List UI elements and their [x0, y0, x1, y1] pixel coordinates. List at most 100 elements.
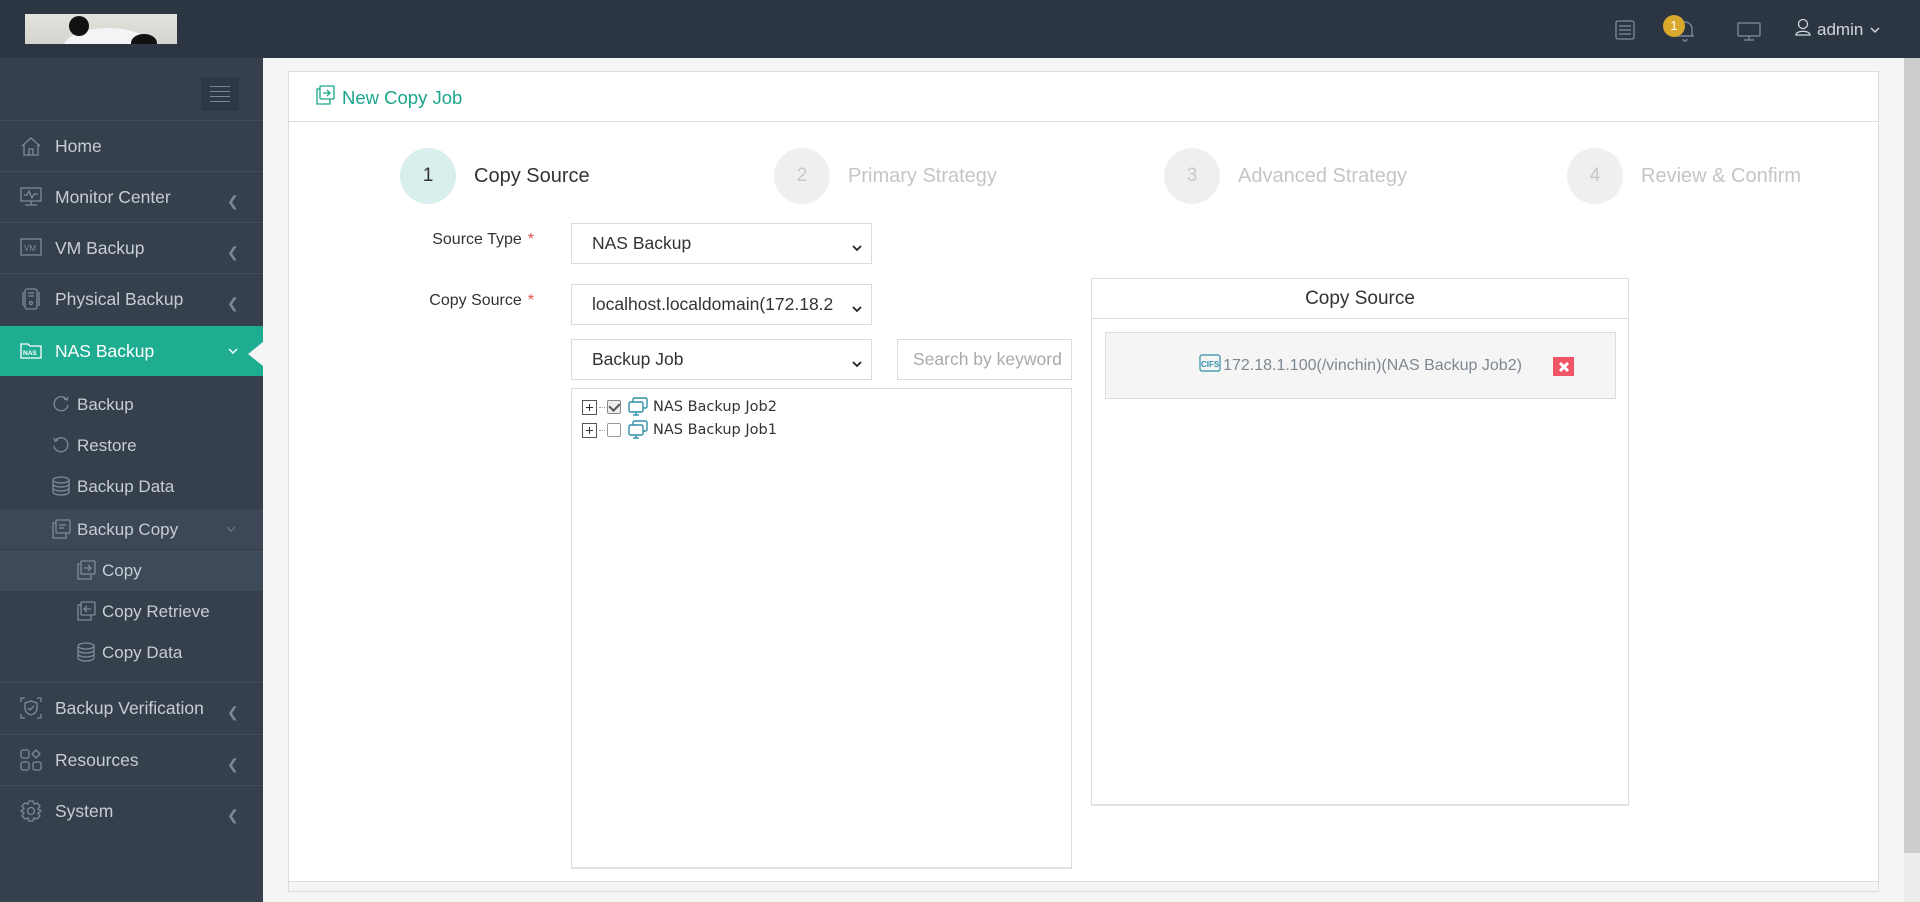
copy-source-panel: Copy Source CIFS 172.18.1.100(/vinchin)(… — [1091, 278, 1629, 806]
step-number: 3 — [1164, 148, 1220, 204]
tree-node-label: NAS Backup Job2 — [653, 399, 777, 415]
cifs-icon: CIFS — [1199, 353, 1221, 378]
sidebar-subitem-label: Restore — [77, 435, 137, 455]
task-list-icon[interactable] — [1614, 19, 1636, 46]
copy-source-label: Copy Source * — [374, 292, 534, 310]
sidebar-subitem-copy-retrieve[interactable]: Copy Retrieve — [0, 591, 263, 632]
copy-arrow-icon — [76, 560, 96, 580]
sidebar-subitem-restore[interactable]: Restore — [0, 425, 263, 466]
step-number: 2 — [774, 148, 830, 204]
chevron-left-icon: ❮ — [227, 756, 239, 772]
vm-icon: VM — [20, 237, 42, 259]
step-number: 4 — [1567, 148, 1623, 204]
sidebar-subitem-copy-data[interactable]: Copy Data — [0, 632, 263, 673]
sidebar-subitem-label: Copy Data — [102, 642, 183, 662]
chevron-left-icon: ❮ — [227, 295, 239, 311]
copy-icon — [51, 519, 71, 539]
notification-badge: 1 — [1663, 15, 1685, 37]
chevron-down-icon — [225, 523, 237, 537]
card-header: New Copy Job — [289, 72, 1878, 122]
home-icon — [20, 135, 42, 157]
select-value: Backup Job — [592, 349, 684, 369]
vm-group-icon — [627, 420, 649, 440]
chevron-left-icon: ❮ — [227, 244, 239, 260]
chevron-left-icon: ❮ — [227, 704, 239, 720]
database-icon — [76, 642, 96, 662]
search-input[interactable] — [897, 339, 1072, 380]
step-label: Primary Strategy — [848, 164, 997, 187]
sidebar-item-label: System — [55, 800, 114, 821]
expand-icon[interactable] — [582, 399, 597, 415]
undo-icon — [51, 435, 71, 455]
page-title-text: New Copy Job — [342, 86, 463, 108]
top-header: 1 admin — [0, 0, 1920, 58]
monitor-icon[interactable] — [1737, 22, 1761, 47]
sidebar-item-label: NAS Backup — [55, 340, 155, 361]
step-label: Advanced Strategy — [1238, 164, 1407, 187]
copy-source-select[interactable]: localhost.localdomain(172.18.2 — [571, 284, 872, 325]
remove-button[interactable] — [1553, 357, 1574, 376]
sidebar-subitem-label: Backup — [77, 394, 134, 414]
sidebar-item-nas-backup[interactable]: NAS NAS Backup — [0, 326, 263, 376]
chevron-down-icon — [227, 343, 239, 359]
server-icon — [20, 288, 42, 310]
checkbox[interactable] — [607, 400, 621, 414]
step-advanced-strategy: 3 Advanced Strategy — [1164, 148, 1407, 204]
page-title: New Copy Job — [315, 85, 462, 110]
new-copy-job-card: New Copy Job 1 Copy Source 2 Primary Str… — [288, 71, 1879, 892]
logo-ear — [69, 16, 89, 36]
sidebar-subitem-backup[interactable]: Backup — [0, 384, 263, 425]
refresh-icon — [51, 394, 71, 414]
sidebar-item-monitor-center[interactable]: Monitor Center ❮ — [0, 172, 263, 222]
required-mark: * — [527, 292, 534, 309]
scrollbar-thumb[interactable] — [1904, 58, 1920, 853]
step-number: 1 — [400, 148, 456, 204]
sidebar-subitem-backup-copy[interactable]: Backup Copy — [0, 509, 263, 550]
user-menu[interactable]: admin — [1795, 18, 1881, 41]
sidebar-toggle-button[interactable] — [201, 77, 239, 111]
chevron-left-icon: ❮ — [227, 193, 239, 209]
tree-node[interactable]: NAS Backup Job1 — [582, 419, 777, 441]
sidebar-subitem-label: Backup Copy — [77, 519, 179, 539]
hamburger-line — [210, 101, 230, 102]
sidebar-item-label: Home — [55, 135, 102, 156]
source-type-select[interactable]: NAS Backup — [571, 223, 872, 264]
grid-icon — [20, 749, 42, 771]
sidebar-item-physical-backup[interactable]: Physical Backup ❮ — [0, 274, 263, 324]
chevron-down-icon — [851, 299, 863, 313]
tree-node[interactable]: NAS Backup Job2 — [582, 396, 777, 418]
logo[interactable] — [25, 14, 177, 44]
hamburger-icon — [210, 86, 230, 87]
shield-check-icon — [20, 697, 42, 719]
nas-icon: NAS — [20, 340, 42, 362]
sidebar-item-home[interactable]: Home — [0, 121, 263, 171]
required-mark: * — [527, 231, 534, 248]
sidebar-item-system[interactable]: System ❮ — [0, 786, 263, 836]
sidebar-item-vm-backup[interactable]: VM VM Backup ❮ — [0, 223, 263, 273]
tree-connector — [599, 406, 605, 408]
sidebar-item-backup-verification[interactable]: Backup Verification ❮ — [0, 683, 263, 733]
selected-source-item: CIFS 172.18.1.100(/vinchin)(NAS Backup J… — [1105, 332, 1616, 399]
filter-type-select[interactable]: Backup Job — [571, 339, 872, 380]
chevron-down-icon — [851, 354, 863, 368]
sidebar-item-label: VM Backup — [55, 237, 145, 258]
sidebar-item-resources[interactable]: Resources ❮ — [0, 735, 263, 785]
sidebar-subitem-backup-data[interactable]: Backup Data — [0, 466, 263, 507]
sidebar-subitem-copy[interactable]: Copy — [0, 550, 263, 591]
svg-text:VM: VM — [24, 244, 36, 253]
sidebar-item-label: Physical Backup — [55, 288, 184, 309]
step-review-confirm: 4 Review & Confirm — [1567, 148, 1801, 204]
expand-icon[interactable] — [582, 422, 597, 438]
copy-job-icon — [315, 85, 335, 110]
user-icon — [1795, 18, 1811, 41]
user-name: admin — [1817, 19, 1864, 39]
sidebar-item-label: Monitor Center — [55, 186, 171, 207]
tree-connector — [599, 429, 605, 431]
select-value: localhost.localdomain(172.18.2 — [592, 294, 834, 314]
gear-icon — [19, 800, 43, 822]
page-scrollbar[interactable] — [1904, 58, 1920, 902]
monitor-chart-icon — [20, 186, 42, 208]
chevron-down-icon — [1869, 20, 1881, 40]
label-text: Copy Source — [429, 292, 522, 309]
checkbox[interactable] — [607, 423, 621, 437]
